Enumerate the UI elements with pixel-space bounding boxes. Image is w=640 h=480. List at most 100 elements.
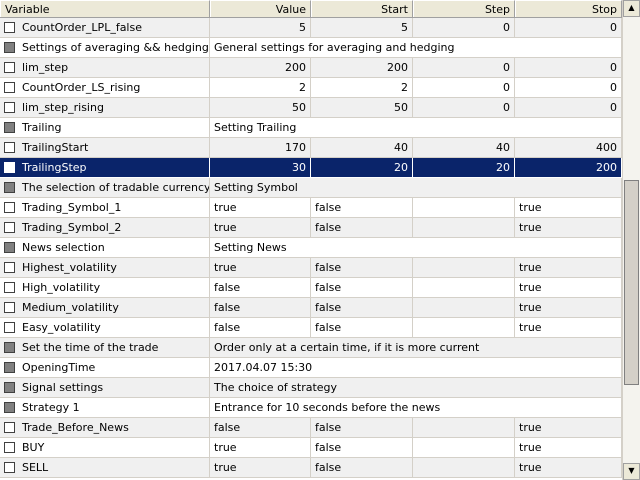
value-cell[interactable]: 2 xyxy=(210,78,311,98)
start-cell[interactable]: false xyxy=(311,298,413,318)
optimize-checkbox[interactable] xyxy=(4,382,15,393)
optimize-checkbox[interactable] xyxy=(4,462,15,473)
optimize-checkbox[interactable] xyxy=(4,122,15,133)
stop-cell[interactable]: true xyxy=(515,218,622,238)
step-cell[interactable]: 0 xyxy=(413,58,515,78)
optimize-checkbox[interactable] xyxy=(4,362,15,373)
start-cell[interactable]: false xyxy=(311,418,413,438)
value-cell[interactable]: false xyxy=(210,278,311,298)
value-cell[interactable]: false xyxy=(210,298,311,318)
param-row[interactable]: Highest_volatility true false true xyxy=(0,258,622,278)
column-header-variable[interactable]: Variable xyxy=(0,0,210,17)
optimize-checkbox[interactable] xyxy=(4,322,15,333)
optimize-checkbox[interactable] xyxy=(4,82,15,93)
group-row[interactable]: OpeningTime 2017.04.07 15:30 xyxy=(0,358,622,378)
optimize-checkbox[interactable] xyxy=(4,282,15,293)
arrow-down-icon[interactable]: ▼ xyxy=(623,463,640,480)
optimize-checkbox[interactable] xyxy=(4,62,15,73)
stop-cell[interactable]: 0 xyxy=(515,18,622,38)
step-cell[interactable] xyxy=(413,198,515,218)
group-row[interactable]: Trailing Setting Trailing xyxy=(0,118,622,138)
value-cell[interactable]: 30 xyxy=(210,158,311,178)
start-cell[interactable]: false xyxy=(311,458,413,478)
param-row[interactable]: lim_step 200 200 0 0 xyxy=(0,58,622,78)
param-row[interactable]: TrailingStart 170 40 40 400 xyxy=(0,138,622,158)
optimize-checkbox[interactable] xyxy=(4,22,15,33)
start-cell[interactable]: 40 xyxy=(311,138,413,158)
arrow-up-icon[interactable]: ▲ xyxy=(623,0,640,17)
step-cell[interactable]: 0 xyxy=(413,78,515,98)
param-row[interactable]: CountOrder_LPL_false 5 5 0 0 xyxy=(0,18,622,38)
stop-cell[interactable]: true xyxy=(515,198,622,218)
step-cell[interactable]: 0 xyxy=(413,18,515,38)
group-row[interactable]: The selection of tradable currency Settin… xyxy=(0,178,622,198)
column-header-step[interactable]: Step xyxy=(413,0,515,17)
start-cell[interactable]: false xyxy=(311,438,413,458)
optimize-checkbox[interactable] xyxy=(4,422,15,433)
start-cell[interactable]: false xyxy=(311,198,413,218)
param-row[interactable]: Medium_volatility false false true xyxy=(0,298,622,318)
optimize-checkbox[interactable] xyxy=(4,442,15,453)
step-cell[interactable] xyxy=(413,278,515,298)
start-cell[interactable]: 50 xyxy=(311,98,413,118)
start-cell[interactable]: false xyxy=(311,258,413,278)
value-cell[interactable]: false xyxy=(210,418,311,438)
param-row[interactable]: High_volatility false false true xyxy=(0,278,622,298)
stop-cell[interactable]: 0 xyxy=(515,98,622,118)
start-cell[interactable]: false xyxy=(311,278,413,298)
optimize-checkbox[interactable] xyxy=(4,182,15,193)
value-cell[interactable]: 200 xyxy=(210,58,311,78)
value-cell[interactable]: 50 xyxy=(210,98,311,118)
optimize-checkbox[interactable] xyxy=(4,102,15,113)
group-row[interactable]: Settings of averaging && hedging, if...G… xyxy=(0,38,622,58)
step-cell[interactable] xyxy=(413,218,515,238)
optimize-checkbox[interactable] xyxy=(4,42,15,53)
group-row[interactable]: Signal settings The choice of strategy xyxy=(0,378,622,398)
value-cell[interactable]: 170 xyxy=(210,138,311,158)
stop-cell[interactable]: true xyxy=(515,278,622,298)
step-cell[interactable] xyxy=(413,458,515,478)
start-cell[interactable]: 2 xyxy=(311,78,413,98)
step-cell[interactable] xyxy=(413,418,515,438)
stop-cell[interactable]: 0 xyxy=(515,58,622,78)
vertical-scrollbar[interactable]: ▲ ▼ xyxy=(622,0,640,480)
param-row[interactable]: Trading_Symbol_1 true false true xyxy=(0,198,622,218)
param-row[interactable]: CountOrder_LS_rising 2 2 0 0 xyxy=(0,78,622,98)
step-cell[interactable]: 40 xyxy=(413,138,515,158)
optimize-checkbox[interactable] xyxy=(4,402,15,413)
scroll-thumb[interactable] xyxy=(624,180,639,385)
value-cell[interactable]: false xyxy=(210,318,311,338)
optimize-checkbox[interactable] xyxy=(4,262,15,273)
value-cell[interactable]: 5 xyxy=(210,18,311,38)
stop-cell[interactable]: 200 xyxy=(515,158,622,178)
optimize-checkbox[interactable] xyxy=(4,302,15,313)
stop-cell[interactable]: true xyxy=(515,458,622,478)
start-cell[interactable]: false xyxy=(311,318,413,338)
stop-cell[interactable]: true xyxy=(515,318,622,338)
step-cell[interactable] xyxy=(413,298,515,318)
start-cell[interactable]: 5 xyxy=(311,18,413,38)
param-row[interactable]: lim_step_rising 50 50 0 0 xyxy=(0,98,622,118)
value-cell[interactable]: true xyxy=(210,438,311,458)
param-row[interactable]: TrailingStep 30 20 20 200 xyxy=(0,158,622,178)
param-row[interactable]: SELL true false true xyxy=(0,458,622,478)
stop-cell[interactable]: true xyxy=(515,438,622,458)
optimize-checkbox[interactable] xyxy=(4,342,15,353)
stop-cell[interactable]: true xyxy=(515,418,622,438)
step-cell[interactable] xyxy=(413,438,515,458)
param-row[interactable]: BUY true false true xyxy=(0,438,622,458)
group-row[interactable]: News selection Setting News xyxy=(0,238,622,258)
param-row[interactable]: Easy_volatility false false true xyxy=(0,318,622,338)
value-cell[interactable]: true xyxy=(210,218,311,238)
column-header-start[interactable]: Start xyxy=(311,0,413,17)
step-cell[interactable]: 0 xyxy=(413,98,515,118)
column-header-value[interactable]: Value xyxy=(210,0,311,17)
group-row[interactable]: Set the time of the trade Order only at a… xyxy=(0,338,622,358)
stop-cell[interactable]: 400 xyxy=(515,138,622,158)
param-row[interactable]: Trade_Before_News false false true xyxy=(0,418,622,438)
start-cell[interactable]: false xyxy=(311,218,413,238)
optimize-checkbox[interactable] xyxy=(4,242,15,253)
step-cell[interactable]: 20 xyxy=(413,158,515,178)
stop-cell[interactable]: 0 xyxy=(515,78,622,98)
stop-cell[interactable]: true xyxy=(515,258,622,278)
